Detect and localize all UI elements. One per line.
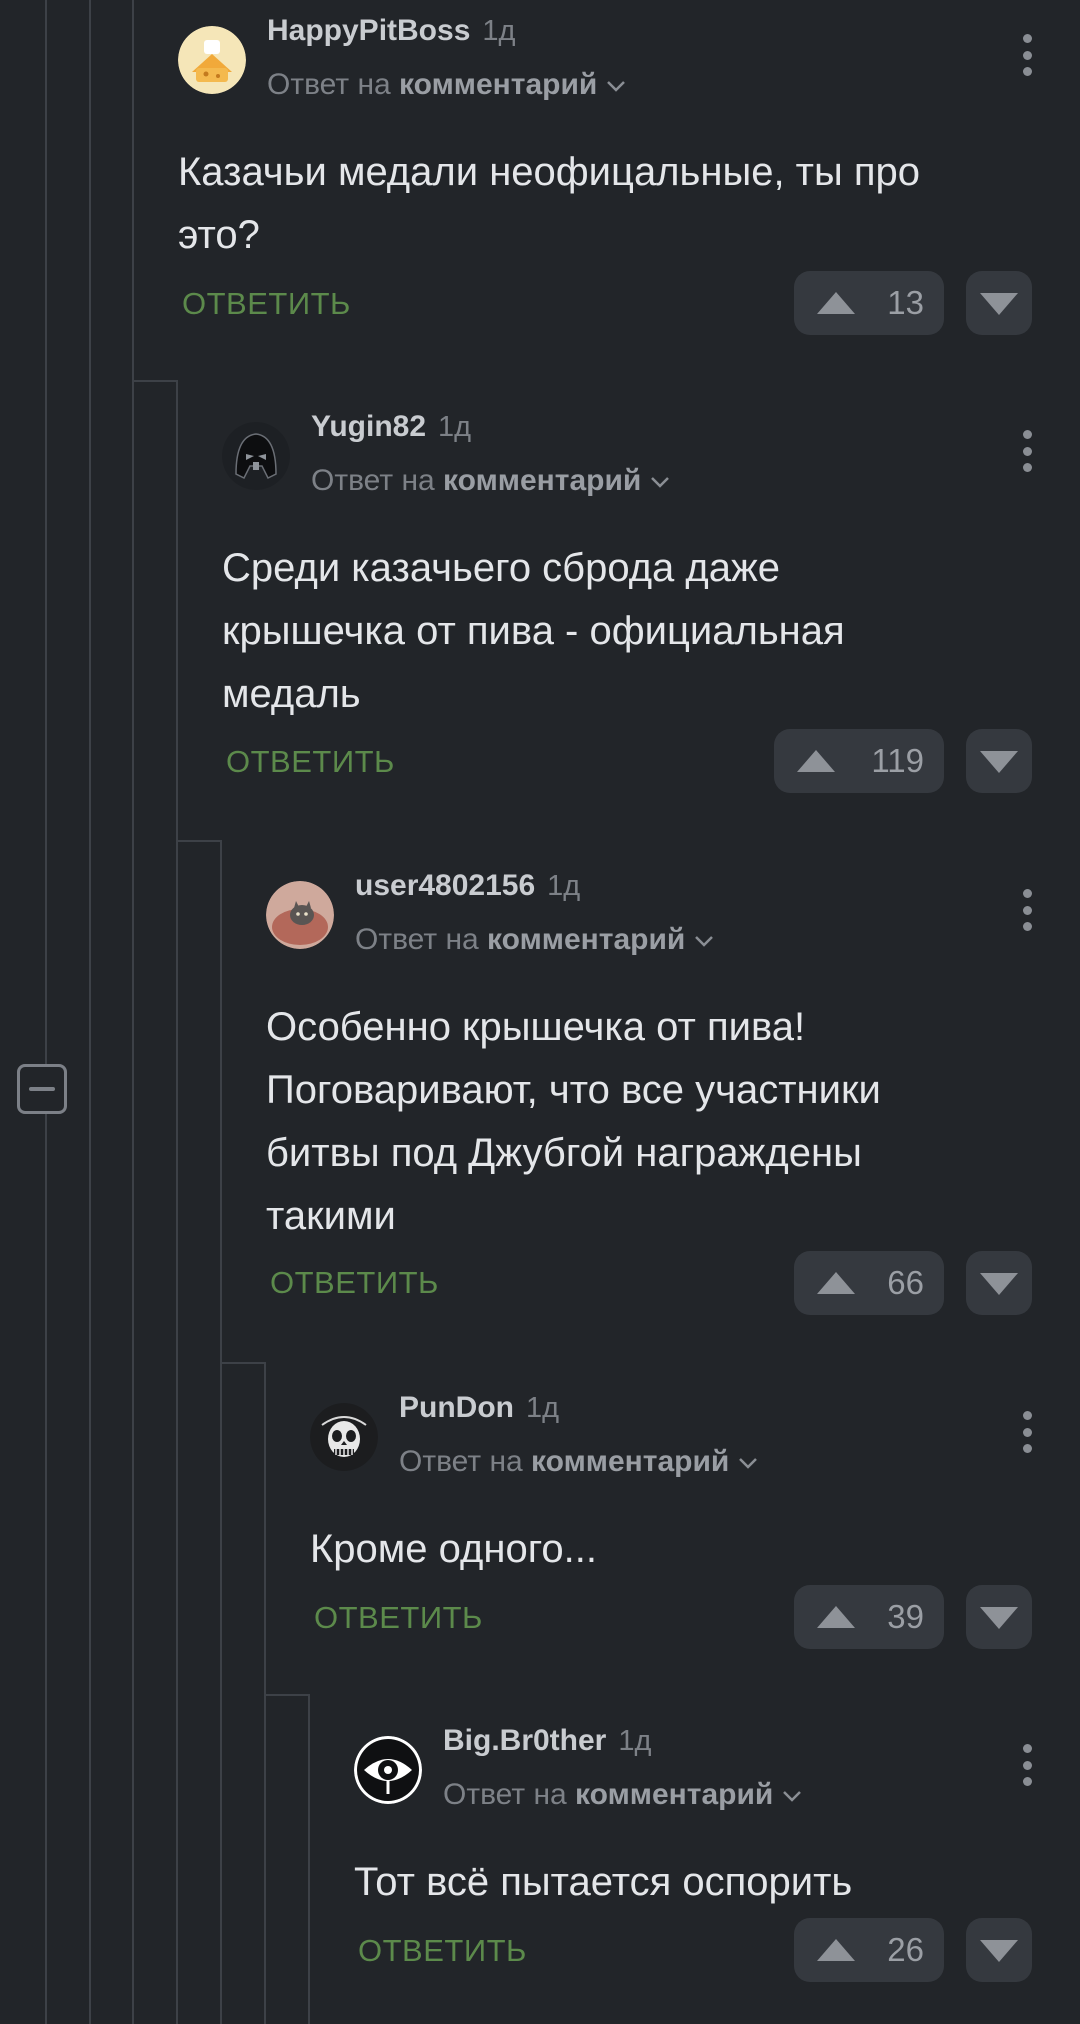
thread-connector (176, 840, 222, 842)
triangle-down-icon (980, 1273, 1018, 1295)
username[interactable]: Yugin82 1д (311, 410, 471, 444)
vote-count: 13 (887, 284, 924, 321)
parent-comment-link[interactable]: комментарий (487, 923, 685, 956)
comment-time: 1д (618, 1725, 652, 1757)
triangle-up-icon (817, 1272, 855, 1294)
reply-button[interactable]: ОТВЕТИТЬ (270, 1265, 439, 1301)
upvote-button[interactable]: 26 (794, 1918, 944, 1982)
comment-time: 1д (525, 1392, 560, 1424)
kebab-menu-icon[interactable] (1022, 1744, 1032, 1786)
reply-button[interactable]: ОТВЕТИТЬ (358, 1933, 527, 1969)
thread-connector (220, 1362, 266, 1364)
minus-square-icon (29, 1087, 55, 1091)
chevron-down-icon[interactable] (693, 934, 715, 948)
comment: Big.Br0ther 1д Ответ на комментарий Тот в… (354, 1710, 1080, 2010)
triangle-down-icon (980, 1607, 1018, 1629)
comment-text: Казачьи медали неофицальные, ты про это? (178, 150, 921, 257)
comment: HappyPitBoss 1д Ответ на комментарий Каза… (178, 0, 1080, 360)
comment-time: 1д (547, 870, 581, 902)
reply-button[interactable]: ОТВЕТИТЬ (182, 286, 351, 322)
vote-count: 66 (887, 1264, 924, 1301)
comment: Yugin82 1д Ответ на комментарий Среди каз… (222, 396, 1080, 816)
reply-button[interactable]: ОТВЕТИТЬ (226, 744, 395, 780)
downvote-button[interactable] (966, 1918, 1032, 1982)
thread-connector (264, 1694, 310, 1696)
triangle-up-icon (817, 292, 855, 314)
reply-to-line: Ответ на комментарий (267, 68, 627, 102)
chevron-down-icon[interactable] (737, 1456, 759, 1470)
thread-line (264, 1362, 266, 2024)
triangle-up-icon (817, 1606, 855, 1628)
reply-to-line: Ответ на комментарий (311, 464, 671, 498)
comment-text: Тот всё пытается оспорить (354, 1860, 853, 1904)
comment-text: Среди казачьего сброда даже крышечка от … (222, 546, 845, 716)
kebab-menu-icon[interactable] (1022, 1411, 1032, 1453)
thread-line (176, 382, 178, 2024)
thread-line (220, 840, 222, 2024)
username[interactable]: PunDon 1д (399, 1391, 559, 1425)
vote-count: 26 (887, 1931, 924, 1968)
downvote-button[interactable] (966, 271, 1032, 335)
chevron-down-icon[interactable] (649, 475, 671, 489)
comment-time: 1д (482, 15, 516, 47)
collapse-thread-button[interactable] (17, 1064, 67, 1114)
reply-to-line: Ответ на комментарий (355, 923, 715, 957)
vote-count: 119 (871, 742, 924, 779)
upvote-button[interactable]: 66 (794, 1251, 944, 1315)
avatar[interactable] (178, 26, 246, 94)
triangle-down-icon (980, 293, 1018, 315)
parent-comment-link[interactable]: комментарий (443, 464, 641, 497)
thread-line (89, 0, 91, 2024)
triangle-down-icon (980, 1940, 1018, 1962)
upvote-button[interactable]: 13 (794, 271, 944, 335)
downvote-button[interactable] (966, 1251, 1032, 1315)
avatar[interactable] (266, 881, 334, 949)
comment-text: Особенно крышечка от пива! Поговаривают,… (266, 1005, 881, 1238)
kebab-menu-icon[interactable] (1022, 34, 1032, 76)
username[interactable]: HappyPitBoss 1д (267, 14, 515, 48)
thread-line (132, 0, 134, 2024)
parent-comment-link[interactable]: комментарий (399, 68, 597, 101)
reply-to-line: Ответ на комментарий (443, 1778, 803, 1812)
comment: user4802156 1д Ответ на комментарий Особе… (266, 855, 1080, 1335)
username[interactable]: Big.Br0ther 1д (443, 1724, 651, 1758)
parent-comment-link[interactable]: комментарий (531, 1445, 729, 1478)
thread-connector (132, 380, 178, 382)
kebab-menu-icon[interactable] (1022, 889, 1032, 931)
triangle-up-icon (817, 1939, 855, 1961)
chevron-down-icon[interactable] (605, 79, 627, 93)
avatar[interactable] (310, 1403, 378, 1471)
comment-time: 1д (438, 411, 472, 443)
avatar[interactable] (354, 1736, 422, 1804)
triangle-down-icon (980, 751, 1018, 773)
thread-line (45, 0, 47, 2024)
comment-text: Кроме одного... (310, 1527, 597, 1571)
triangle-up-icon (797, 750, 835, 772)
username[interactable]: user4802156 1д (355, 869, 580, 903)
reply-button[interactable]: ОТВЕТИТЬ (314, 1600, 483, 1636)
thread-line (308, 1694, 310, 2024)
downvote-button[interactable] (966, 729, 1032, 793)
chevron-down-icon[interactable] (781, 1789, 803, 1803)
upvote-button[interactable]: 39 (794, 1585, 944, 1649)
avatar[interactable] (222, 422, 290, 490)
kebab-menu-icon[interactable] (1022, 430, 1032, 472)
vote-count: 39 (887, 1598, 924, 1635)
reply-to-line: Ответ на комментарий (399, 1445, 759, 1479)
parent-comment-link[interactable]: комментарий (575, 1778, 773, 1811)
upvote-button[interactable]: 119 (774, 729, 944, 793)
downvote-button[interactable] (966, 1585, 1032, 1649)
comment: PunDon 1д Ответ на комментарий Кроме одно… (310, 1377, 1080, 1677)
